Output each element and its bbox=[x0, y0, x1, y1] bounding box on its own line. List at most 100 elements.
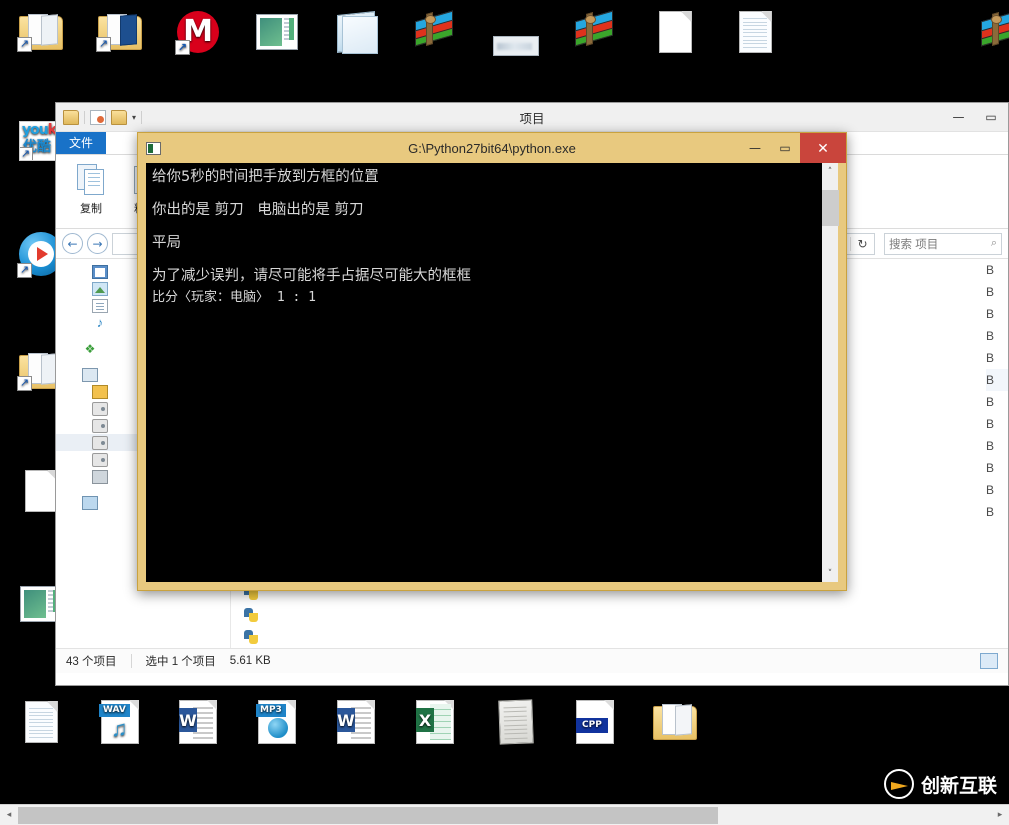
page-title: 项目 bbox=[519, 111, 545, 126]
scroll-down-arrow[interactable]: ˅ bbox=[822, 565, 839, 582]
file-size-fragment: B bbox=[986, 329, 995, 343]
tab-file[interactable]: 文件 bbox=[56, 131, 107, 154]
desktop-icon[interactable]: X bbox=[396, 696, 474, 751]
table-row[interactable] bbox=[231, 626, 1008, 648]
brand-watermark: 创新互联 bbox=[883, 769, 997, 799]
file-size-fragment: B bbox=[986, 505, 995, 519]
console-output-text: 给你5秒的时间把手放到方框的位置 你出的是 剪刀 电脑出的是 剪刀 平局 为了减少误判… bbox=[146, 163, 821, 582]
console-window-controls[interactable]: — ▭ ✕ bbox=[740, 133, 846, 163]
file-size-fragment: B bbox=[986, 263, 995, 277]
new-item-icon[interactable] bbox=[90, 109, 106, 125]
desktop-icon[interactable] bbox=[477, 20, 555, 75]
desktop-icon[interactable] bbox=[636, 6, 714, 61]
network-icon bbox=[82, 495, 98, 510]
console-minimize-button[interactable]: — bbox=[740, 133, 770, 163]
scroll-left-arrow[interactable]: ◂ bbox=[0, 810, 18, 820]
desktop-icon[interactable]: MP3 bbox=[238, 696, 316, 751]
desktop-icon[interactable]: W bbox=[159, 696, 237, 751]
console-close-button[interactable]: ✕ bbox=[800, 133, 846, 163]
desktop-icon[interactable]: ↗ bbox=[2, 6, 80, 61]
drive-icon bbox=[92, 452, 108, 467]
selection-size: 5.61 KB bbox=[229, 655, 271, 667]
console-title-bar[interactable]: G:\Python27bit64\python.exe — ▭ ✕ bbox=[138, 133, 846, 163]
wav-audio-icon: ♫ WAV bbox=[81, 696, 159, 748]
winrar-archive-icon bbox=[962, 6, 1009, 58]
desktop-icon[interactable] bbox=[636, 696, 714, 751]
desktop-icon[interactable] bbox=[2, 696, 80, 751]
desktop-icon[interactable]: CPP bbox=[556, 696, 634, 751]
lyrics-file-icon bbox=[317, 6, 395, 58]
cpp-source-icon: CPP bbox=[556, 696, 634, 748]
console-maximize-button[interactable]: ▭ bbox=[770, 133, 800, 163]
copy-button-label: 复制 bbox=[80, 203, 102, 215]
table-row[interactable] bbox=[231, 604, 1008, 626]
console-scroll-thumb[interactable] bbox=[821, 190, 839, 226]
drive-icon bbox=[92, 401, 108, 416]
scroll-right-arrow[interactable]: ▸ bbox=[991, 810, 1009, 820]
explorer-title-bar[interactable]: ▾ 项目 — ▭ bbox=[56, 103, 1008, 132]
file-rows[interactable] bbox=[231, 582, 1008, 648]
mp3-audio-icon: MP3 bbox=[238, 696, 316, 748]
file-size-fragment: B bbox=[986, 369, 1008, 391]
console-screen[interactable]: 给你5秒的时间把手放到方框的位置 你出的是 剪刀 电脑出的是 剪刀 平局 为了减少误判… bbox=[146, 163, 839, 582]
desktop-icon[interactable] bbox=[238, 6, 316, 61]
desktop-icon[interactable]: ♫ WAV bbox=[81, 696, 159, 751]
maximize-button[interactable]: ▭ bbox=[974, 103, 1008, 131]
this-pc-icon bbox=[82, 367, 98, 382]
scroll-thumb[interactable] bbox=[18, 806, 718, 824]
desktop-icon[interactable]: W bbox=[317, 696, 395, 751]
toolbar-divider bbox=[141, 110, 143, 124]
back-button[interactable]: ← bbox=[62, 233, 83, 254]
python-file-icon bbox=[243, 629, 259, 645]
copy-button[interactable]: 复制 bbox=[64, 160, 118, 216]
desktop-root: ↗ ↗ M ↗ youk 优酷 ↗ ↗ ↗ ♫ WAV W MP3 W X CPP ▾ 项目 — ▭ 文件 bbox=[0, 0, 1009, 825]
console-line: 你出的是 剪刀 电脑出的是 剪刀 bbox=[152, 202, 364, 218]
file-size-fragment: B bbox=[986, 307, 995, 321]
chevron-down-icon[interactable]: ▾ bbox=[132, 113, 136, 122]
desktop-icon[interactable] bbox=[556, 6, 634, 61]
image-file-icon bbox=[477, 20, 555, 72]
homegroup-icon: ❖ bbox=[84, 341, 96, 356]
desktop-icon[interactable] bbox=[396, 6, 474, 61]
scroll-up-arrow[interactable]: ˄ bbox=[822, 163, 839, 180]
file-size-fragment: B bbox=[986, 483, 995, 497]
search-input[interactable]: 搜索 项目 ⌕ bbox=[884, 232, 1002, 255]
copy-icon bbox=[64, 160, 118, 200]
status-divider bbox=[130, 654, 132, 668]
os-drive-icon bbox=[92, 384, 108, 399]
desktop-icon[interactable] bbox=[716, 6, 794, 61]
desktop-icon[interactable] bbox=[317, 6, 395, 61]
toolbar-divider bbox=[84, 110, 85, 124]
minimize-button[interactable]: — bbox=[943, 103, 974, 131]
console-line: 给你5秒的时间把手放到方框的位置 bbox=[152, 169, 379, 185]
file-size-fragment: B bbox=[986, 351, 995, 365]
folder-icon[interactable] bbox=[63, 109, 79, 125]
application-icon bbox=[238, 6, 316, 58]
properties-icon[interactable] bbox=[111, 109, 127, 125]
console-scrollbar[interactable]: ˄ ˅ bbox=[821, 163, 839, 582]
pictures-icon bbox=[92, 281, 108, 296]
item-count: 43 个项目 bbox=[66, 656, 117, 668]
desktop-icon[interactable]: ↗ bbox=[81, 6, 159, 61]
forward-button[interactable]: → bbox=[87, 233, 108, 254]
details-view-button[interactable] bbox=[980, 653, 998, 669]
desktop-icon[interactable] bbox=[477, 696, 555, 751]
quick-access-toolbar[interactable]: ▾ bbox=[56, 109, 143, 125]
console-scroll-track[interactable] bbox=[821, 180, 839, 565]
desktop-icon[interactable] bbox=[962, 6, 1009, 61]
python-console-window[interactable]: G:\Python27bit64\python.exe — ▭ ✕ 给你5秒的时… bbox=[137, 132, 847, 591]
size-column-overflow: BBBBBBBBBBBB bbox=[986, 259, 1008, 648]
kuaipan-icon bbox=[92, 469, 108, 484]
text-file-icon bbox=[2, 696, 80, 748]
search-placeholder: 搜索 项目 bbox=[889, 238, 939, 251]
explorer-window-controls[interactable]: — ▭ bbox=[943, 103, 1008, 131]
refresh-icon[interactable]: ↻ bbox=[850, 236, 874, 251]
music-icon: ♪ bbox=[96, 314, 104, 330]
brand-logo-icon bbox=[883, 769, 914, 799]
view-mode-buttons[interactable] bbox=[980, 653, 998, 669]
scroll-track[interactable] bbox=[18, 806, 991, 824]
search-icon[interactable]: ⌕ bbox=[991, 237, 997, 250]
desktop-icon[interactable]: M ↗ bbox=[159, 6, 237, 61]
horizontal-scrollbar[interactable]: ◂ ▸ bbox=[0, 804, 1009, 825]
brand-watermark-text: 创新互联 bbox=[920, 775, 997, 797]
